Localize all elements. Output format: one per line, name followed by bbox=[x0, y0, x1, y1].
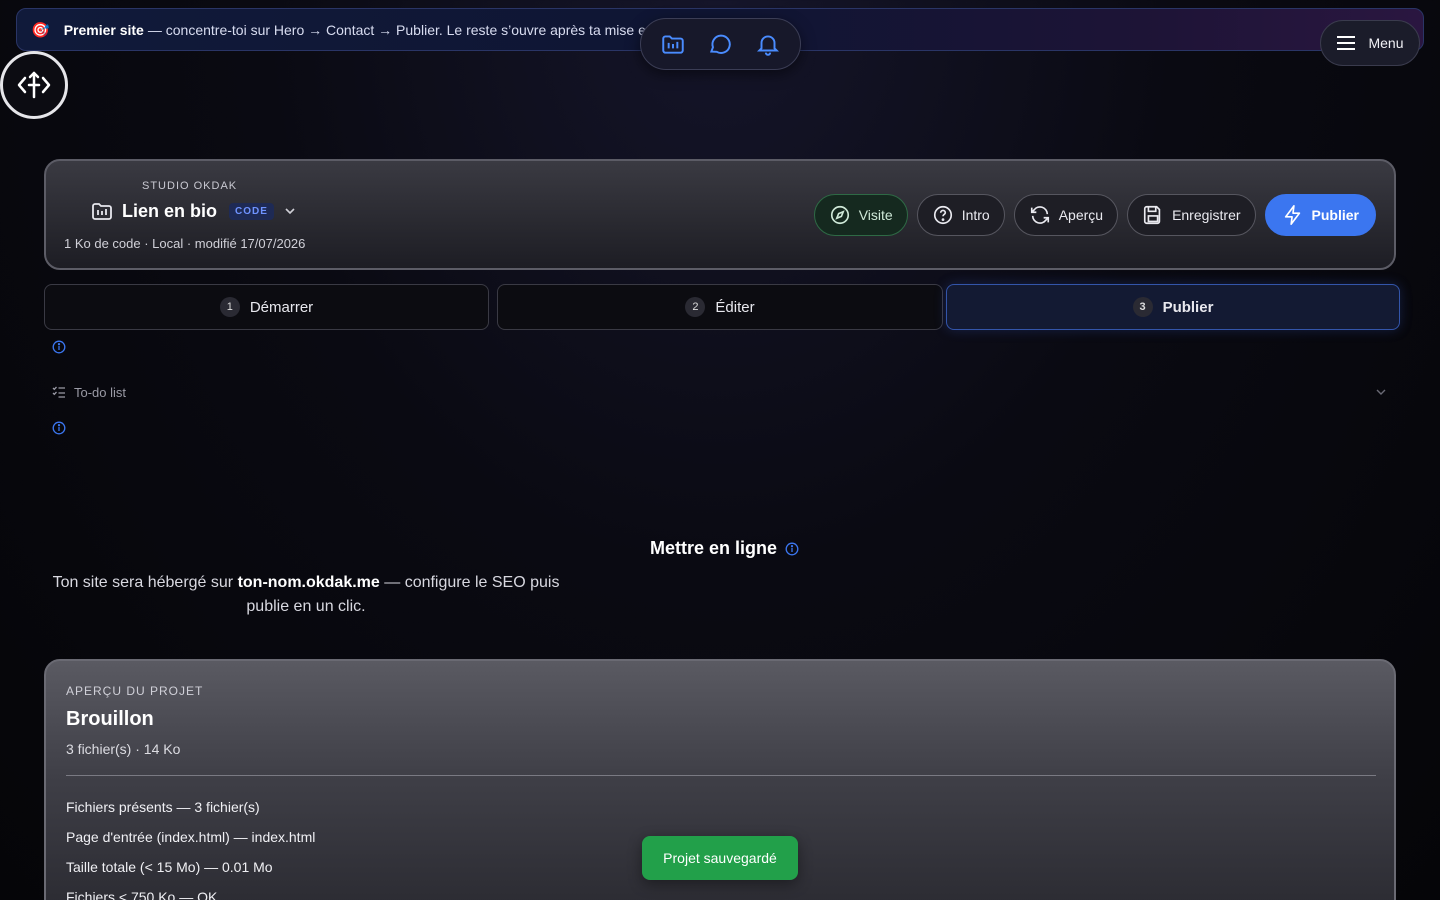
project-header-card: STUDIO OKDAK Lien en bio CODE 1 Ko de co… bbox=[44, 159, 1396, 270]
publish-title-text: Mettre en ligne bbox=[650, 538, 778, 558]
save-button[interactable]: Enregistrer bbox=[1127, 194, 1256, 236]
save-icon bbox=[1143, 205, 1161, 225]
steps-bar: 1 Démarrer 2 Éditer 3 Publier bbox=[44, 284, 1400, 330]
info-icon[interactable] bbox=[785, 542, 799, 556]
refresh-icon bbox=[1030, 206, 1049, 224]
intro-button[interactable]: Intro bbox=[916, 194, 1005, 236]
code-badge: CODE bbox=[229, 202, 274, 220]
lightning-icon bbox=[1284, 205, 1300, 225]
list-item: Taille totale (< 15 Mo) — 0.01 Mo bbox=[66, 859, 273, 875]
menu-button[interactable]: Menu bbox=[1320, 20, 1420, 66]
checklist: Fichiers présents — 3 fichier(s) Page d'… bbox=[66, 798, 315, 900]
step-label: Éditer bbox=[715, 298, 755, 316]
projects-icon[interactable] bbox=[658, 29, 688, 59]
overview-title: Brouillon bbox=[66, 708, 154, 730]
domain-text: ton-nom.okdak.me bbox=[237, 574, 380, 591]
code-logo-icon bbox=[17, 71, 51, 99]
info-icon[interactable] bbox=[52, 340, 66, 354]
overview-meta: 3 fichier(s) · 14 Ko bbox=[66, 741, 181, 757]
todo-label: To-do list bbox=[74, 384, 127, 400]
menu-label: Menu bbox=[1368, 35, 1404, 51]
publish-description: Ton site sera hébergé sur ton-nom.okdak.… bbox=[46, 571, 566, 619]
todo-toggle[interactable]: To-do list bbox=[52, 382, 1388, 402]
list-item: Page d'entrée (index.html) — index.html bbox=[66, 829, 316, 845]
folder-chart-icon bbox=[92, 203, 112, 220]
chevron-down-icon bbox=[1376, 389, 1386, 395]
compass-icon bbox=[830, 205, 849, 225]
hamburger-icon bbox=[1337, 36, 1356, 50]
preview-label: Aperçu bbox=[1058, 207, 1104, 223]
step-number: 1 bbox=[219, 297, 240, 317]
publish-button[interactable]: Publier bbox=[1264, 194, 1376, 236]
chat-icon[interactable] bbox=[705, 29, 735, 59]
step-edit[interactable]: 2 Éditer bbox=[497, 284, 943, 330]
help-circle-icon bbox=[933, 205, 952, 225]
bell-icon[interactable] bbox=[753, 29, 783, 59]
info-icon[interactable] bbox=[52, 421, 66, 435]
preview-button[interactable]: Aperçu bbox=[1013, 194, 1119, 236]
project-actions: Visite Intro Aperçu Enregistrer Publier bbox=[813, 194, 1376, 236]
overview-label: APERÇU DU PROJET bbox=[66, 684, 204, 698]
intro-label: Intro bbox=[961, 207, 990, 223]
publish-section-title: Mettre en ligne bbox=[650, 538, 799, 559]
success-toast: Projet sauvegardé bbox=[642, 836, 798, 880]
visit-button[interactable]: Visite bbox=[813, 194, 908, 236]
step-number: 2 bbox=[685, 297, 706, 317]
save-label: Enregistrer bbox=[1172, 207, 1241, 223]
studio-label: STUDIO OKDAK bbox=[142, 180, 238, 192]
chevron-down-icon[interactable] bbox=[282, 203, 298, 219]
banner-title: Premier site bbox=[63, 21, 144, 38]
banner-text: — concentre-toi sur Hero → Contact → Pub… bbox=[147, 21, 691, 38]
project-meta: 1 Ko de code · Local · modifié 17/07/202… bbox=[64, 236, 306, 251]
visit-label: Visite bbox=[858, 207, 893, 223]
target-icon: 🎯 bbox=[31, 21, 50, 39]
app-logo[interactable] bbox=[0, 51, 68, 119]
publish-label: Publier bbox=[1311, 207, 1359, 223]
desc-text: Ton site sera hébergé sur bbox=[52, 574, 238, 591]
list-item: Fichiers présents — 3 fichier(s) bbox=[66, 799, 260, 815]
step-publish[interactable]: 3 Publier bbox=[946, 284, 1400, 330]
project-title-row[interactable]: Lien en bio CODE bbox=[90, 199, 298, 223]
checklist-icon bbox=[52, 386, 65, 398]
step-start[interactable]: 1 Démarrer bbox=[44, 284, 489, 330]
divider bbox=[66, 775, 1376, 776]
step-label: Démarrer bbox=[249, 298, 314, 316]
step-number: 3 bbox=[1132, 297, 1153, 317]
list-item: Fichiers < 750 Ko — OK bbox=[66, 889, 218, 900]
top-nav bbox=[640, 18, 801, 70]
step-label: Publier bbox=[1162, 298, 1214, 316]
project-name: Lien en bio bbox=[122, 200, 218, 221]
